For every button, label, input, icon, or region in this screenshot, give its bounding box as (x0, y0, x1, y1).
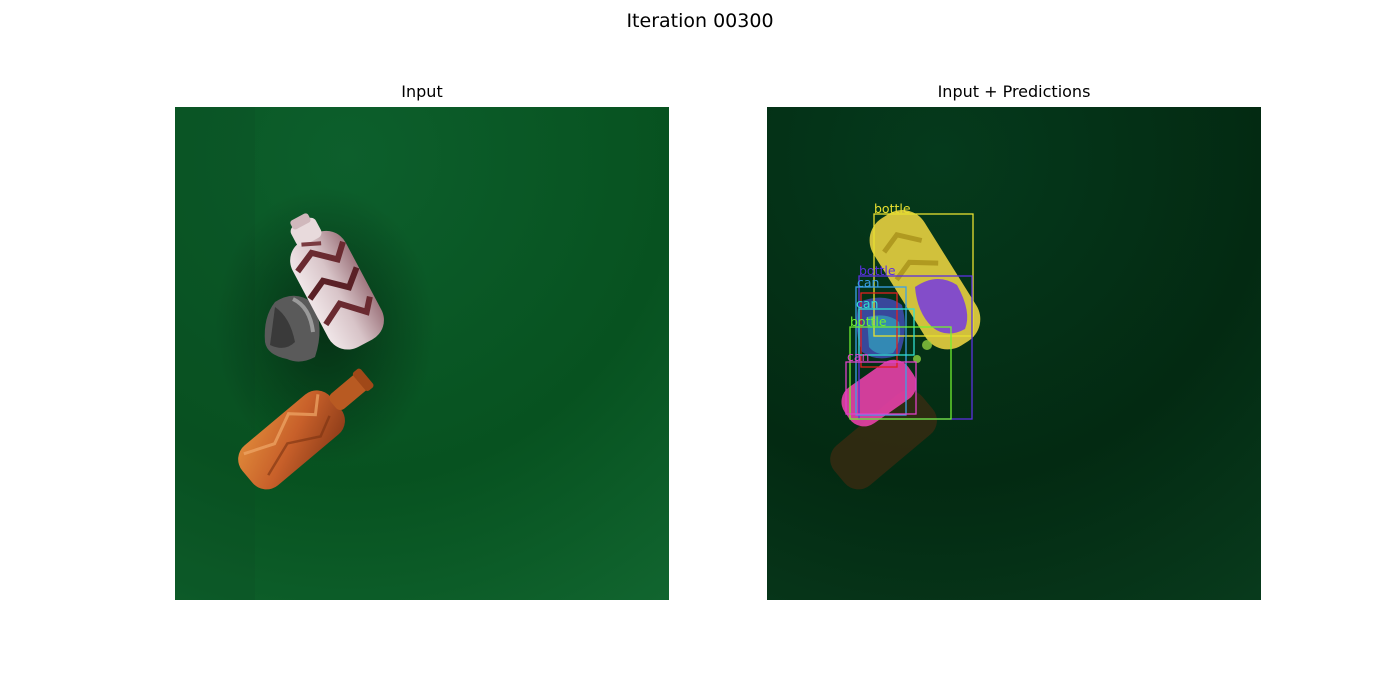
label-can-blue: can (857, 275, 879, 290)
input-image (175, 107, 669, 600)
prediction-image: bottle bottle can can bottle can (767, 107, 1261, 600)
figure-title: Iteration 00300 (626, 10, 774, 32)
label-bottle-green: bottle (850, 314, 887, 329)
label-can-cyan: can (856, 296, 878, 311)
label-can-pink: can (847, 349, 869, 364)
label-bottle-yellow: bottle (874, 201, 911, 216)
panel-title-predictions: Input + Predictions (937, 82, 1091, 101)
panel-title-input: Input (401, 82, 443, 101)
input-image-canvas (175, 107, 669, 600)
prediction-canvas: bottle bottle can can bottle can (767, 107, 1261, 600)
